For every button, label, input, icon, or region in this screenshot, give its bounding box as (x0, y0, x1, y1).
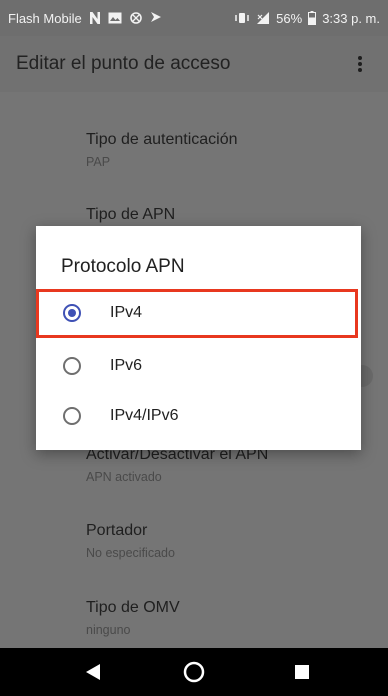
setting-mvno-type[interactable]: Tipo de OMV ninguno (86, 599, 180, 637)
option-label: IPv6 (110, 357, 143, 374)
option-ipv6[interactable]: IPv6 (36, 340, 361, 392)
setting-apn-toggle[interactable]: Activar/Desactivar el APN APN activado (86, 446, 268, 484)
setting-value: No especificado (86, 546, 175, 560)
app-bar: Editar el punto de acceso (0, 36, 388, 92)
navigation-bar (0, 648, 388, 696)
apn-protocol-dialog: Protocolo APN IPv4 IPv6 IPv4/IPv6 (36, 226, 361, 450)
battery-percent: 56% (276, 10, 303, 26)
image-icon (108, 12, 122, 24)
setting-value: PAP (86, 155, 111, 169)
option-label: IPv4/IPv6 (110, 407, 179, 424)
option-ipv4-ipv6[interactable]: IPv4/IPv6 (36, 390, 361, 442)
status-bar: Flash Mobile 56% 3:33 p. m. (0, 0, 388, 36)
battery-icon (308, 11, 317, 25)
dialog-title: Protocolo APN (61, 256, 185, 277)
flag-icon (150, 11, 162, 25)
back-triangle-icon (86, 664, 100, 680)
setting-title: Tipo de APN (86, 206, 176, 223)
setting-title: Tipo de OMV (86, 599, 180, 616)
sync-icon (129, 11, 143, 25)
nfc-icon (89, 11, 101, 25)
setting-title: Portador (86, 522, 148, 539)
setting-bearer[interactable]: Portador No especificado (86, 522, 175, 560)
radio-unselected-icon[interactable] (63, 407, 81, 425)
clock: 3:33 p. m. (322, 10, 380, 26)
setting-value: APN activado (86, 470, 162, 484)
setting-value: ninguno (86, 623, 131, 637)
home-button[interactable] (164, 648, 224, 696)
carrier-label: Flash Mobile (8, 10, 82, 26)
home-circle-icon (183, 661, 205, 683)
more-options-button[interactable] (348, 48, 372, 80)
vibrate-icon (234, 12, 250, 24)
highlight-annotation (36, 289, 358, 338)
recents-button[interactable] (272, 648, 332, 696)
back-button[interactable] (63, 648, 123, 696)
setting-title: Tipo de autenticación (86, 131, 238, 148)
page-title: Editar el punto de acceso (16, 53, 231, 74)
signal-icon (256, 11, 270, 25)
setting-auth-type[interactable]: Tipo de autenticación PAP (86, 131, 238, 169)
more-vert-icon (358, 56, 362, 72)
setting-apn-type[interactable]: Tipo de APN (86, 206, 175, 224)
recents-square-icon (295, 665, 309, 679)
radio-unselected-icon[interactable] (63, 357, 81, 375)
